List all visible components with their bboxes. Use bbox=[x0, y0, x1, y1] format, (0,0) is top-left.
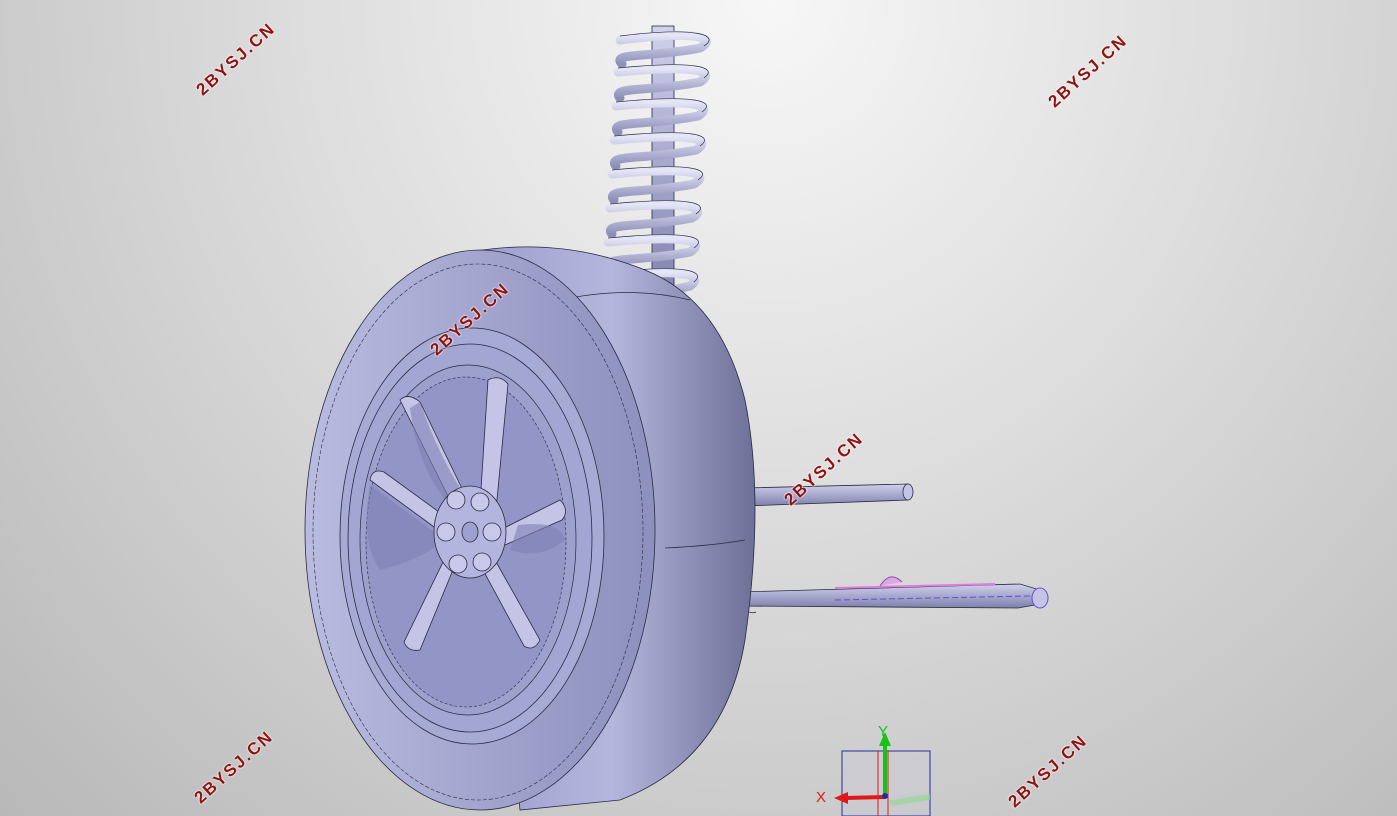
graphics-viewport[interactable]: 2BYSJ.CN 2BYSJ.CN 2BYSJ.CN 2BYSJ.CN 2BYS… bbox=[0, 0, 1397, 816]
control-arm[interactable] bbox=[739, 576, 1049, 614]
triad-y-label: Y bbox=[878, 723, 889, 740]
axle-shaft[interactable] bbox=[744, 483, 914, 507]
wheel-rim[interactable] bbox=[347, 343, 593, 733]
triad-x-label: X bbox=[816, 789, 827, 806]
coordinate-triad-icon bbox=[834, 732, 931, 816]
3d-model-scene[interactable] bbox=[0, 0, 1397, 816]
